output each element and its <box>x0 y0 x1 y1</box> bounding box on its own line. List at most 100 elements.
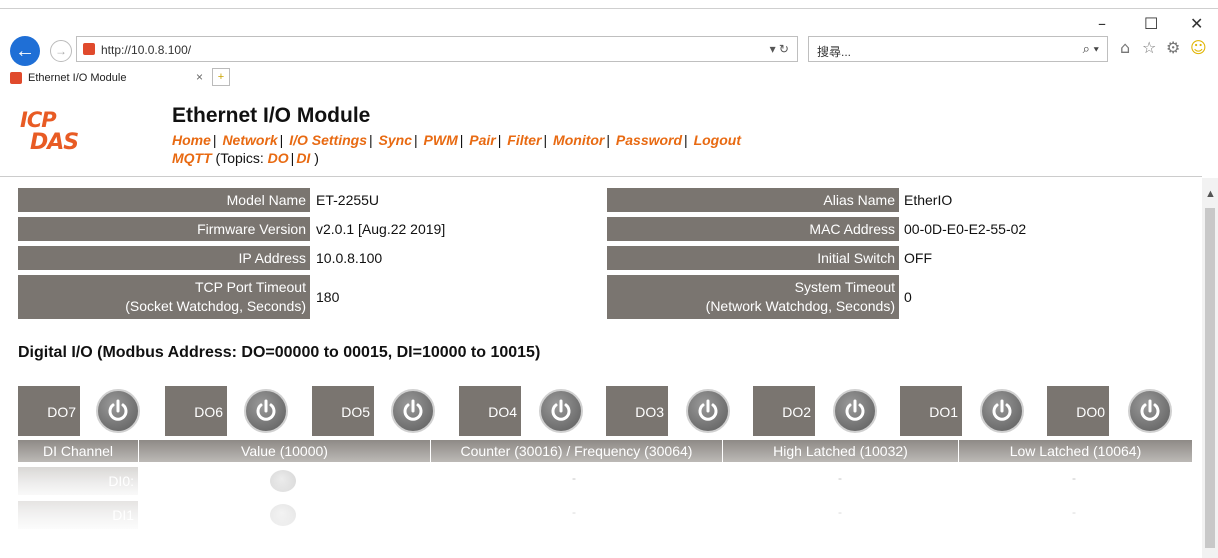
nav-io-settings[interactable]: I/O Settings <box>289 132 367 148</box>
search-input[interactable]: 搜尋... <box>817 43 851 60</box>
forward-button[interactable]: → <box>50 40 72 62</box>
power-icon <box>108 399 128 421</box>
tcp-timeout-label-line2: (Socket Watchdog, Seconds) <box>125 298 306 314</box>
nav-monitor[interactable]: Monitor <box>553 132 604 148</box>
tab-close-icon[interactable]: × <box>196 70 203 84</box>
browser-chrome: – ☐ ✕ ← → http://10.0.8.100/ ▾ ↻ 搜尋... ⌕… <box>0 0 1218 92</box>
table-row: DI1 - - - <box>18 501 1192 529</box>
mac-address-value: 00-0D-E0-E2-55-02 <box>904 221 1027 237</box>
do6-power-button[interactable] <box>244 389 288 433</box>
tcp-timeout-label-line1: TCP Port Timeout <box>194 279 306 295</box>
table-row: DI0: - - - <box>18 467 1192 495</box>
address-url[interactable]: http://10.0.8.100/ <box>101 43 191 57</box>
di-table-header: DI Channel Value (10000) Counter (30016)… <box>18 440 1192 462</box>
alias-name-value: EtherIO <box>904 192 953 208</box>
di-header-low-latched: Low Latched (10064) <box>958 440 1192 462</box>
topics-prefix: (Topics: <box>215 150 268 166</box>
do4-power-button[interactable] <box>539 389 583 433</box>
logo-text-top: ICP <box>20 108 57 132</box>
di1-high-latched-value: - <box>838 505 842 519</box>
power-icon <box>256 399 276 421</box>
minimize-button[interactable]: – <box>1098 14 1106 33</box>
new-tab-icon: + <box>217 71 225 83</box>
ip-address-value: 10.0.8.100 <box>316 250 383 266</box>
do0-label: DO0 <box>1047 386 1109 436</box>
tab-title: Ethernet I/O Module <box>28 72 127 84</box>
smiley-feedback-icon[interactable]: ☺ <box>1190 38 1207 57</box>
browser-tab[interactable]: Ethernet I/O Module × <box>8 66 208 90</box>
power-icon <box>698 399 718 421</box>
nav-filter[interactable]: Filter <box>507 132 541 148</box>
topics-suffix: ) <box>310 150 319 166</box>
di-header-counter: Counter (30016) / Frequency (30064) <box>430 440 722 462</box>
nav-password[interactable]: Password <box>616 132 682 148</box>
system-timeout-label-line2: (Network Watchdog, Seconds) <box>705 298 895 314</box>
di1-low-latched-value: - <box>1072 505 1076 519</box>
do7-power-button[interactable] <box>96 389 140 433</box>
do1-power-button[interactable] <box>980 389 1024 433</box>
tcp-timeout-value: 180 <box>316 289 340 305</box>
nav-network[interactable]: Network <box>222 132 277 148</box>
tcp-timeout-label: TCP Port Timeout (Socket Watchdog, Secon… <box>18 275 310 319</box>
mac-address-label: MAC Address <box>607 217 899 241</box>
power-icon <box>845 399 865 421</box>
do6-label: DO6 <box>165 386 227 436</box>
nav-sync[interactable]: Sync <box>379 132 412 148</box>
nav-topic-di[interactable]: DI <box>296 150 310 166</box>
scrollbar-thumb[interactable] <box>1205 208 1215 548</box>
power-icon <box>992 399 1012 421</box>
back-button[interactable]: ← <box>10 36 40 66</box>
scroll-up-icon[interactable]: ▲ <box>1205 188 1216 200</box>
close-window-button[interactable]: ✕ <box>1190 14 1203 33</box>
do0-power-button[interactable] <box>1128 389 1172 433</box>
system-timeout-label-line1: System Timeout <box>794 279 895 295</box>
do3-power-button[interactable] <box>686 389 730 433</box>
di-header-value: Value (10000) <box>138 440 430 462</box>
ip-address-label: IP Address <box>18 246 310 270</box>
di1-counter-value: - <box>572 505 576 519</box>
do2-label: DO2 <box>753 386 815 436</box>
settings-gear-icon[interactable]: ⚙ <box>1166 38 1180 57</box>
power-icon <box>551 399 571 421</box>
do5-power-button[interactable] <box>391 389 435 433</box>
refresh-icon[interactable]: ▾ ↻ <box>770 42 789 56</box>
do3-label: DO3 <box>606 386 668 436</box>
di0-counter-value: - <box>572 471 576 485</box>
logo-text-bottom: DAS <box>30 130 79 155</box>
do5-label: DO5 <box>312 386 374 436</box>
nav-pwm[interactable]: PWM <box>424 132 458 148</box>
di0-led-indicator <box>270 470 296 492</box>
di0-high-latched-value: - <box>838 471 842 485</box>
address-bar[interactable]: http://10.0.8.100/ ▾ ↻ <box>76 36 798 62</box>
icpdas-logo: ICP DAS <box>16 108 86 160</box>
di0-channel-label: DI0: <box>18 467 138 495</box>
do4-label: DO4 <box>459 386 521 436</box>
home-icon[interactable]: ⌂ <box>1120 38 1130 57</box>
do1-label: DO1 <box>900 386 962 436</box>
new-tab-button[interactable]: + <box>212 68 230 86</box>
vertical-scrollbar[interactable]: ▲ <box>1202 178 1218 558</box>
window-top-border <box>0 8 1218 9</box>
search-icon[interactable]: ⌕ ▾ <box>1083 41 1099 57</box>
nav-pair[interactable]: Pair <box>469 132 495 148</box>
nav-topic-do[interactable]: DO <box>268 150 289 166</box>
nav-logout[interactable]: Logout <box>694 132 741 148</box>
initial-switch-label: Initial Switch <box>607 246 899 270</box>
firmware-value: v2.0.1 [Aug.22 2019] <box>316 221 446 237</box>
initial-switch-value: OFF <box>904 250 932 266</box>
maximize-button[interactable]: ☐ <box>1144 14 1158 33</box>
do2-power-button[interactable] <box>833 389 877 433</box>
favorites-star-icon[interactable]: ☆ <box>1142 38 1156 57</box>
di0-low-latched-value: - <box>1072 471 1076 485</box>
nav-home[interactable]: Home <box>172 132 211 148</box>
page-title: Ethernet I/O Module <box>172 104 371 127</box>
search-box[interactable]: 搜尋... ⌕ ▾ <box>808 36 1108 62</box>
model-name-value: ET-2255U <box>316 192 380 208</box>
model-name-label: Model Name <box>18 188 310 212</box>
main-nav: Home | Network | I/O Settings | Sync | PWM | … <box>172 132 741 148</box>
nav-mqtt[interactable]: MQTT <box>172 150 212 166</box>
alias-name-label: Alias Name <box>607 188 899 212</box>
system-timeout-label: System Timeout (Network Watchdog, Second… <box>607 275 899 319</box>
power-icon <box>403 399 423 421</box>
di1-led-indicator <box>270 504 296 526</box>
